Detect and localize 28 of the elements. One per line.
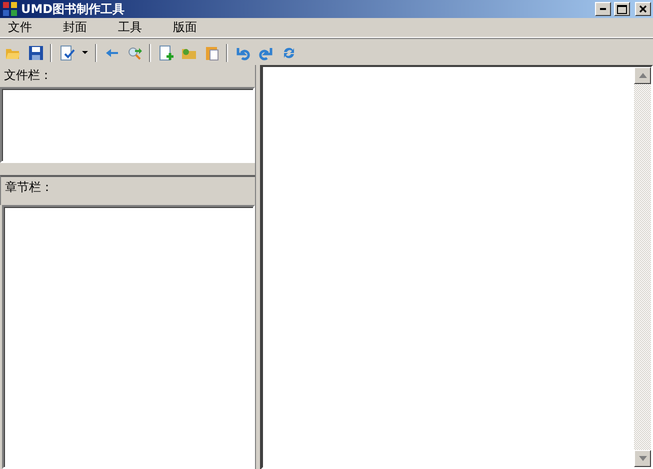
window-title: UMD图书制作工具 bbox=[21, 0, 126, 18]
maximize-button[interactable] bbox=[614, 2, 630, 16]
up-arrow-icon bbox=[638, 73, 646, 78]
app-icon bbox=[2, 1, 18, 17]
clipboard-icon bbox=[204, 44, 220, 60]
down-arrow-icon bbox=[638, 456, 646, 461]
panel-label: 文件栏： bbox=[3, 67, 53, 84]
menu-item[interactable]: 工具 bbox=[110, 19, 150, 36]
new-document-icon bbox=[158, 44, 174, 60]
chapter-list[interactable] bbox=[2, 205, 255, 469]
splitter[interactable] bbox=[255, 65, 261, 469]
close-button[interactable] bbox=[635, 2, 651, 16]
close-icon bbox=[639, 5, 647, 13]
scroll-down-button[interactable] bbox=[634, 450, 651, 467]
maximize-icon bbox=[617, 4, 627, 14]
document-check-icon bbox=[58, 44, 74, 60]
menu-item[interactable]: 文件 bbox=[0, 19, 40, 36]
save-icon bbox=[28, 44, 44, 60]
minimize-icon bbox=[600, 8, 606, 10]
panel-label: 章节栏： bbox=[4, 179, 54, 196]
dropdown-caret-icon bbox=[82, 51, 88, 54]
minimize-button[interactable] bbox=[595, 2, 611, 16]
menu-item[interactable]: 封面 bbox=[55, 19, 95, 36]
file-list[interactable] bbox=[0, 87, 255, 163]
magnifier-arrow-icon bbox=[126, 44, 142, 60]
menu-item[interactable]: 版面 bbox=[165, 19, 205, 36]
scroll-up-button[interactable] bbox=[634, 67, 651, 84]
scrollbar[interactable] bbox=[634, 67, 651, 467]
